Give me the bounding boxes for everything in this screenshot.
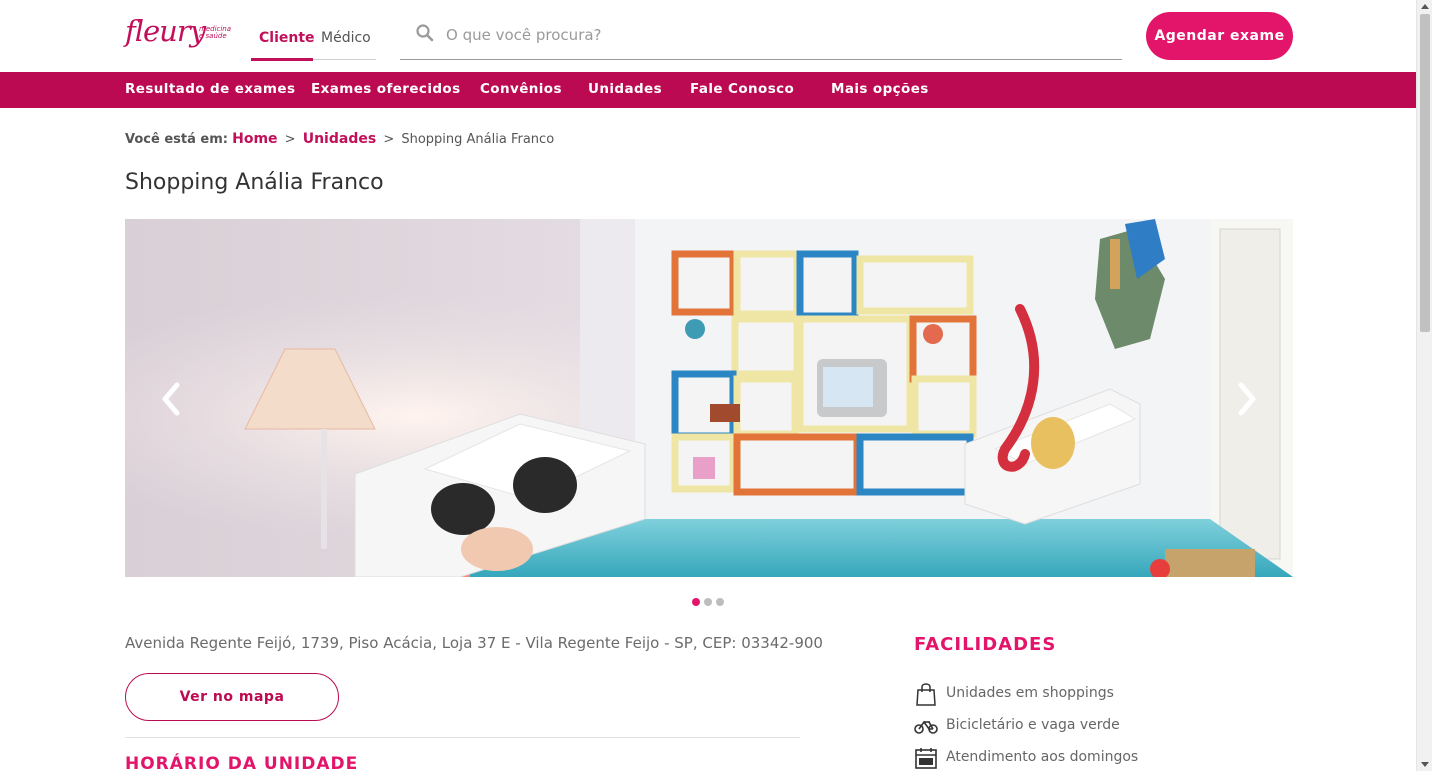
scrollbar-thumb[interactable] — [1420, 14, 1430, 332]
facility-item-domingos: Atendimento aos domingos — [914, 746, 1274, 770]
nav-fale-conosco[interactable]: Fale Conosco — [690, 81, 794, 97]
view-map-button[interactable]: Ver no mapa — [125, 673, 339, 721]
unit-address: Avenida Regente Feijó, 1739, Piso Acácia… — [125, 634, 823, 652]
logo-wordmark: fleury — [125, 14, 206, 48]
carousel-pagination — [692, 598, 732, 608]
breadcrumb-home[interactable]: Home — [232, 131, 277, 147]
breadcrumb-separator: > — [284, 132, 296, 147]
search-icon[interactable] — [416, 24, 434, 42]
nav-resultado-exames[interactable]: Resultado de exames — [125, 81, 295, 97]
nav-convenios[interactable]: Convênios — [480, 81, 562, 97]
facility-label: Unidades em shoppings — [946, 685, 1114, 701]
carousel-prev-button[interactable] — [157, 381, 187, 417]
search-bar — [400, 14, 1122, 60]
audience-tabs: Cliente Médico — [251, 24, 376, 61]
carousel-next-button[interactable] — [1231, 381, 1261, 417]
nav-unidades[interactable]: Unidades — [588, 81, 662, 97]
tab-medico[interactable]: Médico — [321, 30, 371, 46]
nav-mais-opcoes[interactable]: Mais opções — [831, 81, 929, 97]
breadcrumb-separator: > — [383, 132, 395, 147]
fleury-logo[interactable]: fleury medicina e saúde — [125, 14, 235, 54]
calendar-dom-icon — [915, 748, 937, 769]
search-input[interactable] — [446, 22, 1086, 48]
main-nav: Resultado de exames Exames oferecidos Co… — [0, 72, 1416, 108]
active-tab-indicator — [251, 58, 313, 61]
breadcrumb-prefix: Você está em: — [125, 132, 228, 147]
facility-item-shoppings: Unidades em shoppings — [914, 682, 1274, 706]
page-scrollbar[interactable] — [1416, 0, 1432, 771]
schedule-exam-button[interactable]: Agendar exame — [1146, 12, 1293, 60]
carousel-photo — [125, 219, 1293, 577]
breadcrumb-current: Shopping Anália Franco — [401, 132, 555, 147]
scroll-down-icon[interactable] — [1421, 762, 1429, 767]
tab-cliente[interactable]: Cliente — [259, 30, 315, 46]
scroll-up-icon[interactable] — [1421, 4, 1429, 9]
facilities-title: FACILIDADES — [914, 634, 1057, 655]
facility-label: Atendimento aos domingos — [946, 749, 1139, 765]
bicycle-icon — [914, 720, 938, 734]
carousel-dot-3[interactable] — [716, 598, 724, 606]
carousel-dot-1[interactable] — [692, 598, 700, 606]
section-divider — [125, 737, 800, 738]
nav-exames-oferecidos[interactable]: Exames oferecidos — [311, 81, 461, 97]
breadcrumb-unidades[interactable]: Unidades — [303, 131, 376, 147]
shopping-bag-icon — [916, 683, 936, 706]
unit-photo-carousel[interactable] — [125, 219, 1293, 577]
site-header: fleury medicina e saúde Cliente Médico A… — [0, 0, 1416, 72]
hours-section-title: HORÁRIO DA UNIDADE — [125, 754, 359, 771]
carousel-dot-2[interactable] — [704, 598, 712, 606]
facility-item-bicicletario: Bicicletário e vaga verde — [914, 714, 1274, 738]
logo-tagline: medicina e saúde — [199, 25, 232, 40]
facility-label: Bicicletário e vaga verde — [946, 717, 1120, 733]
breadcrumb: Você está em: Home > Unidades > Shopping… — [125, 131, 554, 147]
page-title: Shopping Anália Franco — [125, 170, 384, 195]
